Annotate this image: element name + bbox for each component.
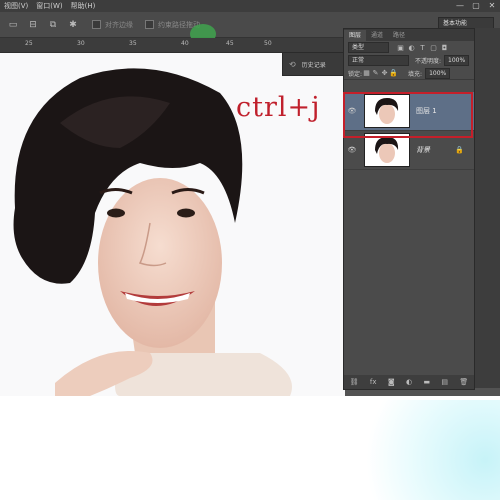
gear-icon[interactable]: ✱ [66, 19, 80, 31]
blend-row: 正常 不透明度: 100% [344, 54, 474, 67]
folder-icon[interactable]: ▬ [423, 378, 430, 386]
lock-row: 锁定: ▦ ✎ ✥ 🔒 填充: 100% [344, 67, 474, 80]
new-layer-icon[interactable]: ▤ [441, 378, 448, 386]
menu-view[interactable]: 视图(V) [0, 1, 32, 11]
lock-position-icon[interactable]: ✥ [380, 69, 389, 77]
menu-help[interactable]: 帮助(H) [67, 1, 100, 11]
align-edges-option[interactable]: 对齐边缘 [92, 20, 133, 30]
highlight-box [343, 92, 473, 138]
menu-window[interactable]: 窗口(W) [32, 1, 66, 11]
ruler-label: 35 [129, 40, 137, 47]
maximize-icon[interactable]: ▢ [468, 0, 484, 12]
ruler-label: 50 [264, 40, 272, 47]
align-edges-label: 对齐边缘 [105, 20, 133, 29]
layer-filter-row: 类型 ▣ ◐ T ▢ ◘ [344, 41, 474, 54]
close-icon[interactable]: ✕ [484, 0, 500, 12]
panel-tabs: 图层 通道 路径 [344, 29, 474, 41]
mask-icon[interactable]: ◙ [388, 378, 395, 386]
path-align-icon[interactable]: ⊟ [26, 19, 40, 31]
ruler-label: 30 [77, 40, 85, 47]
ruler-label: 25 [25, 40, 33, 47]
layer-name[interactable]: 背景 [416, 145, 430, 155]
fx-icon[interactable]: fx [370, 378, 377, 386]
eye-icon[interactable]: 👁 [346, 146, 358, 154]
history-icon: ⟲ [289, 59, 296, 69]
link-icon[interactable]: ⛓ [350, 378, 359, 386]
lock-pixels-icon[interactable]: ✎ [371, 69, 380, 77]
image-filter-icon[interactable]: ▣ [395, 44, 406, 52]
panel-dock-strip [475, 28, 500, 388]
photoshop-window: 视图(V) 窗口(W) 帮助(H) — ▢ ✕ ▭ ⊟ ⧉ ✱ 对齐边缘 约束路… [0, 0, 500, 396]
lock-icon: 🔒 [455, 146, 464, 154]
smart-filter-icon[interactable]: ◘ [439, 44, 450, 52]
path-arrange-icon[interactable]: ⧉ [46, 19, 60, 31]
adjustment-icon[interactable]: ◐ [406, 378, 412, 386]
shape-filter-icon[interactable]: ▢ [428, 44, 439, 52]
window-controls: — ▢ ✕ [452, 0, 500, 12]
shortcut-annotation: ctrl+j [236, 92, 321, 123]
layers-panel-footer: ⛓ fx ◙ ◐ ▬ ▤ 🗑 [344, 375, 474, 389]
adjustment-filter-icon[interactable]: ◐ [406, 44, 417, 52]
tab-paths[interactable]: 路径 [388, 30, 410, 41]
ruler-label: 45 [226, 40, 234, 47]
filter-kind-select[interactable]: 类型 [348, 42, 389, 53]
history-label: 历史记录 [301, 61, 326, 69]
type-filter-icon[interactable]: T [417, 44, 428, 52]
tab-channels[interactable]: 通道 [366, 30, 388, 41]
fill-label: 填充: [408, 70, 423, 78]
minimize-icon[interactable]: — [452, 0, 468, 12]
decorative-glow [350, 400, 500, 500]
trash-icon[interactable]: 🗑 [459, 378, 468, 386]
opacity-input[interactable]: 100% [444, 55, 470, 66]
layer-thumbnail [364, 133, 410, 167]
lock-label: 锁定: [348, 70, 363, 78]
fill-input[interactable]: 100% [425, 67, 451, 79]
align-edges-checkbox[interactable] [92, 20, 101, 29]
lock-transparent-icon[interactable]: ▦ [362, 69, 371, 77]
constrain-path-checkbox[interactable] [145, 20, 154, 29]
thumbnail-image [375, 137, 399, 163]
ruler-label: 40 [181, 40, 189, 47]
tab-layers[interactable]: 图层 [344, 30, 367, 41]
menu-bar: 视图(V) 窗口(W) 帮助(H) — ▢ ✕ [0, 0, 500, 12]
lock-all-icon[interactable]: 🔒 [389, 69, 398, 77]
history-panel-button[interactable]: ⟲ 历史记录 [282, 52, 350, 76]
path-ops-icon[interactable]: ▭ [6, 19, 20, 31]
opacity-label: 不透明度: [415, 58, 442, 65]
horizontal-ruler: 25 30 35 40 45 50 [0, 38, 345, 53]
layers-panel: 图层 通道 路径 类型 ▣ ◐ T ▢ ◘ 正常 不透明度: 100% 锁定: … [343, 28, 475, 390]
blend-mode-select[interactable]: 正常 [348, 55, 409, 66]
